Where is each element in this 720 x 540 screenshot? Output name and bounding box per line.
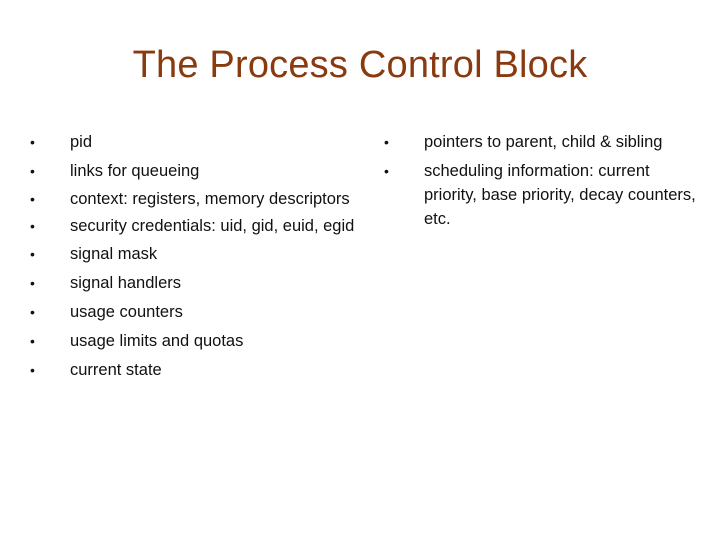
right-bullet-list: • pointers to parent, child & sibling • sc…	[384, 130, 704, 236]
bullet-item: • security credentials: uid, gid, euid, e…	[30, 215, 360, 237]
bullet-text: pid	[70, 133, 93, 151]
bullet-icon: •	[384, 134, 389, 150]
bullet-text: signal handlers	[70, 274, 181, 292]
bullet-text: signal mask	[70, 245, 158, 263]
bullet-item: • usage counters	[30, 300, 360, 324]
bullet-text: links for queueing	[70, 162, 200, 180]
bullet-text: context: registers, memory descriptors	[70, 190, 350, 208]
bullet-item: • current state	[30, 358, 360, 382]
bullet-item: • links for queueing	[30, 159, 360, 183]
bullet-item: • context: registers, memory descriptors	[30, 188, 360, 210]
bullet-icon: •	[30, 246, 35, 262]
bullet-item: • pid	[30, 130, 360, 154]
bullet-item: • signal handlers	[30, 271, 360, 295]
bullet-item: • scheduling information: current priorit…	[384, 159, 704, 231]
left-bullet-list: • pid • links for queueing • context: regis…	[30, 130, 360, 387]
bullet-text: current state	[70, 361, 162, 379]
bullet-icon: •	[30, 362, 35, 378]
bullet-text: security credentials: uid, gid, euid, eg…	[70, 217, 355, 235]
bullet-text: usage counters	[70, 303, 183, 321]
bullet-text: scheduling information: current priority…	[424, 162, 696, 228]
bullet-icon: •	[30, 134, 35, 150]
bullet-icon: •	[30, 191, 35, 207]
bullet-icon: •	[30, 218, 35, 234]
bullet-icon: •	[384, 163, 389, 179]
bullet-icon: •	[30, 304, 35, 320]
bullet-text: pointers to parent, child & sibling	[424, 133, 663, 151]
bullet-icon: •	[30, 333, 35, 349]
bullet-item: • usage limits and quotas	[30, 329, 360, 353]
bullet-item: • pointers to parent, child & sibling	[384, 130, 704, 154]
bullet-icon: •	[30, 275, 35, 291]
bullet-icon: •	[30, 163, 35, 179]
bullet-item: • signal mask	[30, 242, 360, 266]
bullet-text: usage limits and quotas	[70, 332, 244, 350]
slide-title: The Process Control Block	[132, 44, 588, 86]
